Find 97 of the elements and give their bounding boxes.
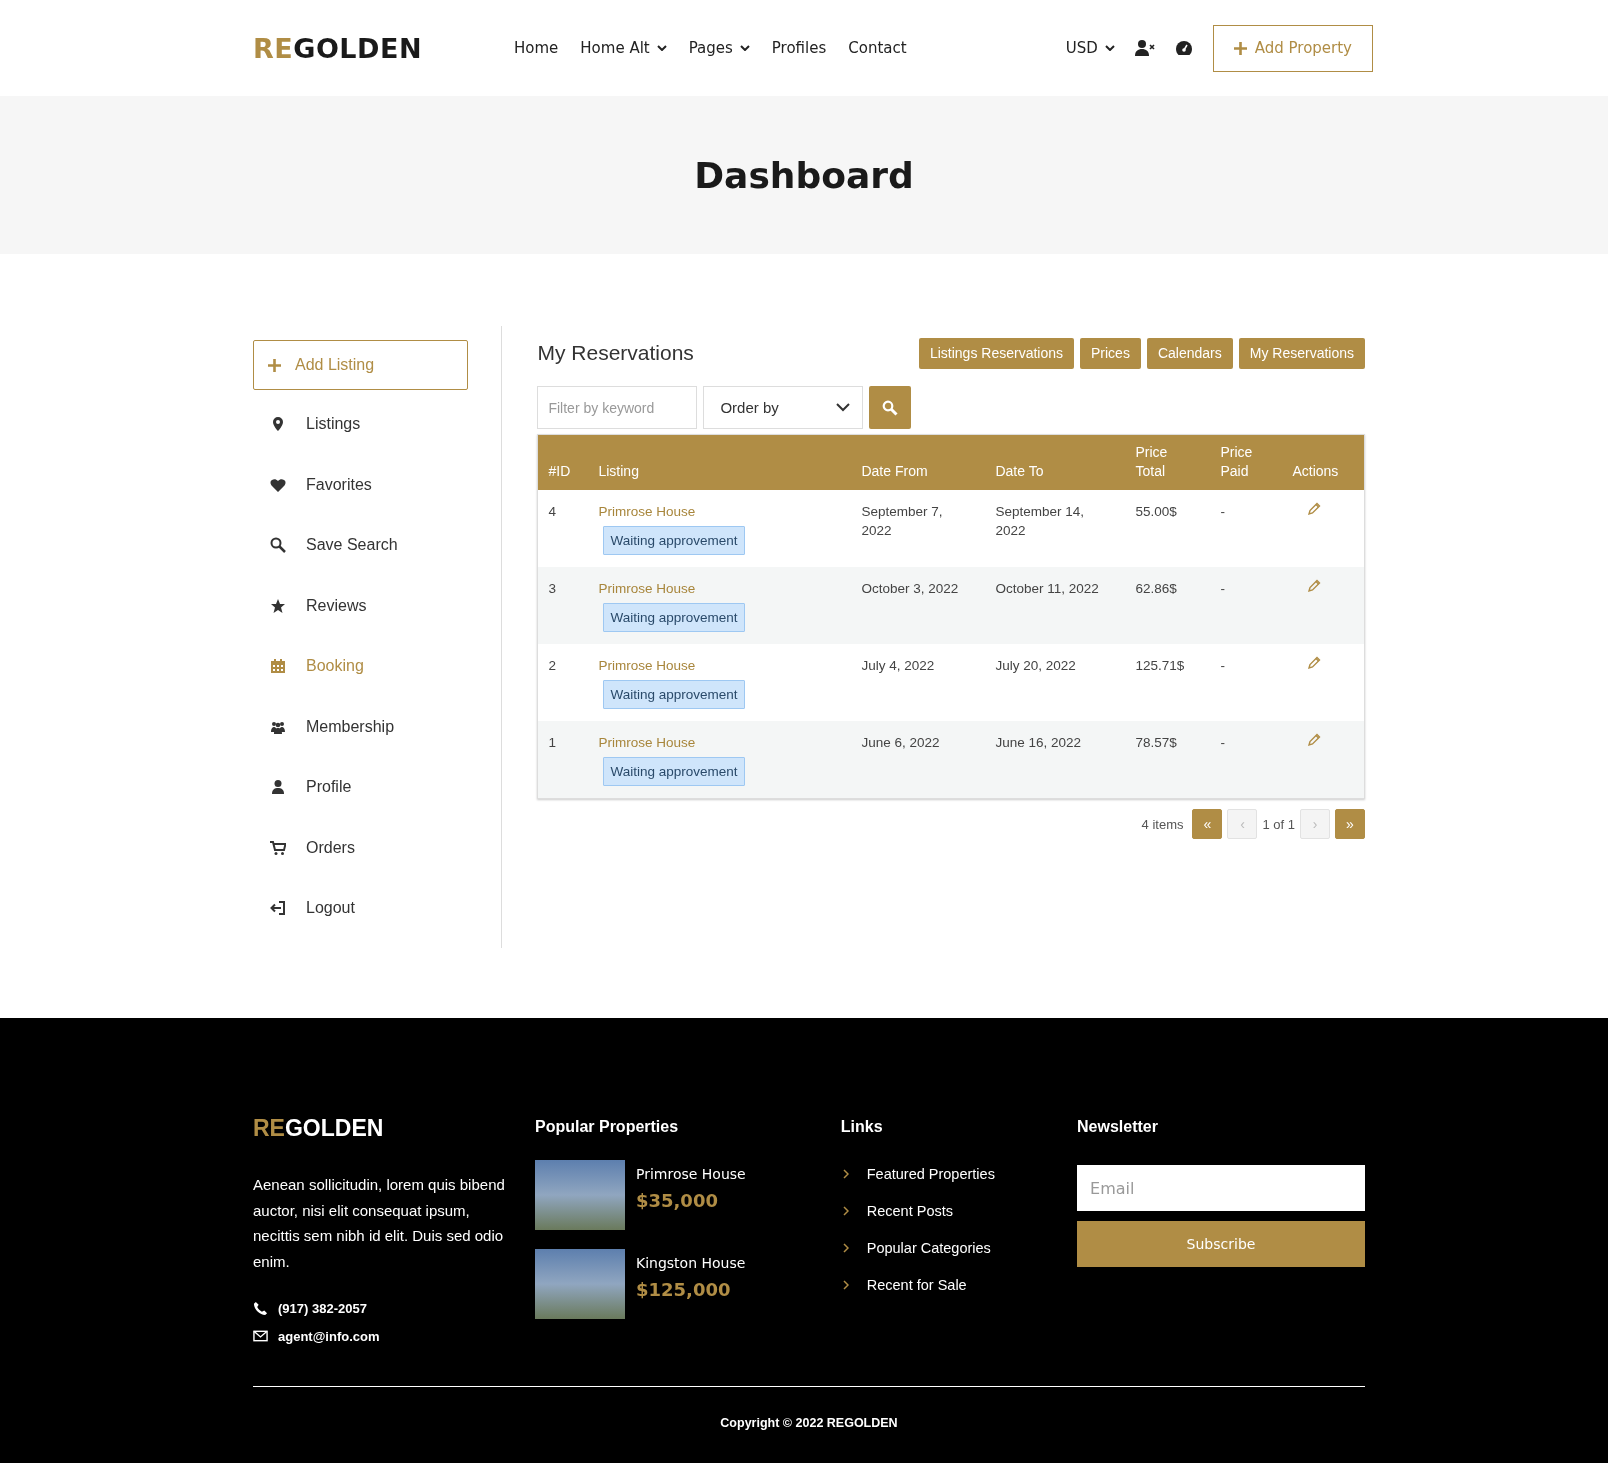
pin-icon: [270, 416, 286, 433]
property-link[interactable]: Primrose House: [635, 1166, 746, 1182]
column-header: Price Paid: [1220, 443, 1254, 481]
table-cell-text: 62.86$: [1135, 580, 1178, 598]
sidebar-item[interactable]: Logout: [253, 878, 470, 939]
footer-logo[interactable]: REGOLDEN: [253, 1115, 384, 1141]
table-cell-text: July 20, 2022: [995, 657, 1077, 675]
table-cell-text: 2: [547, 657, 557, 675]
nav-link[interactable]: Profiles: [771, 39, 827, 57]
cart-icon: [270, 839, 286, 856]
status-tag: Waiting approvement: [603, 603, 745, 632]
nav-link[interactable]: Home Alt: [580, 39, 667, 57]
table-cell-text: 78.57$: [1135, 734, 1178, 752]
user-icon[interactable]: [1134, 40, 1155, 56]
order-by-dropdown[interactable]: Order by: [703, 386, 864, 429]
caret-icon: [1104, 45, 1115, 51]
footer-heading: Links: [840, 1118, 884, 1137]
property-link[interactable]: Kingston House: [635, 1255, 746, 1271]
sidebar-item[interactable]: Favorites: [253, 454, 470, 515]
table-cell-text: 1: [547, 734, 557, 752]
search-icon: [270, 537, 286, 554]
email-address: agent@info.com: [278, 1328, 380, 1344]
footer-link[interactable]: Featured Properties: [866, 1165, 995, 1182]
about-text: Aenean sollicitudin, lorem quis bibend auctor, nisi elit consequat ipsum, necittis sem nibh id elit. Duis sed odio enim.: [253, 1175, 506, 1272]
column-header: Price Total: [1135, 443, 1169, 481]
footer-heading: Newsletter: [1077, 1118, 1159, 1137]
column-header: Date From: [861, 462, 929, 481]
footer-heading: Popular Properties: [534, 1118, 680, 1137]
column-header: Date To: [995, 462, 1045, 481]
chevron-icon: [842, 1205, 849, 1216]
section-title: My Reservations: [537, 341, 694, 365]
listing-link[interactable]: Primrose House: [598, 656, 696, 675]
logout-icon: [270, 900, 286, 917]
copyright-text: Copyright © 2022 REGOLDEN: [720, 1416, 898, 1430]
mail-icon: [253, 1330, 268, 1342]
sidebar-item[interactable]: Reviews: [253, 575, 470, 636]
table-cell-text: September 14, 2022: [995, 503, 1085, 540]
chevron-icon: [836, 403, 851, 412]
person-icon: [270, 779, 286, 796]
email-field[interactable]: Email: [1077, 1165, 1365, 1211]
table-cell-text: 125.71$: [1135, 657, 1186, 675]
heart-icon: [270, 476, 286, 493]
footer-link[interactable]: Recent for Sale: [866, 1276, 967, 1293]
sidebar-item[interactable]: Listings: [253, 394, 470, 455]
search-button[interactable]: [869, 386, 912, 429]
status-tag: Waiting approvement: [603, 526, 745, 555]
pencil-icon[interactable]: [1307, 579, 1322, 593]
table-cell-text: -: [1220, 503, 1226, 521]
footer-link[interactable]: Recent Posts: [866, 1202, 953, 1219]
plus-icon: [268, 358, 281, 372]
column-header: Listing: [597, 462, 640, 481]
phone-icon: [253, 1300, 268, 1316]
chevron-icon: [842, 1242, 849, 1253]
filter-field[interactable]: Filter by keyword: [537, 386, 698, 429]
pencil-icon[interactable]: [1307, 656, 1322, 670]
table-cell-text: -: [1220, 734, 1226, 752]
pencil-icon[interactable]: [1307, 733, 1322, 747]
table-cell-text: October 11, 2022: [995, 580, 1100, 598]
table-cell-text: 55.00$: [1135, 503, 1178, 521]
plus-icon: [1233, 41, 1247, 55]
listing-link[interactable]: Primrose House: [598, 502, 696, 521]
star-icon: [270, 597, 286, 614]
table-cell-text: 4: [547, 503, 557, 521]
sidebar-item[interactable]: Profile: [253, 757, 470, 818]
table-cell-text: June 16, 2022: [995, 734, 1083, 752]
calendar-icon: [270, 658, 286, 675]
table-cell-text: October 3, 2022: [861, 580, 960, 598]
phone-number: (917) 382-2057: [278, 1300, 367, 1316]
chevron-icon: [842, 1279, 849, 1290]
nav-link[interactable]: Pages: [688, 39, 750, 57]
column-header: #ID: [547, 462, 572, 481]
table-cell-text: -: [1220, 657, 1226, 675]
property-price: $125,000: [635, 1279, 732, 1300]
table-cell-text: 3: [547, 580, 557, 598]
page-title: Dashboard: [694, 154, 914, 196]
search-icon: [882, 399, 899, 416]
property-price: $35,000: [635, 1190, 719, 1211]
footer-link[interactable]: Popular Categories: [866, 1239, 991, 1256]
currency-dropdown[interactable]: USD: [1065, 39, 1115, 57]
table-cell-text: July 4, 2022: [861, 657, 936, 675]
status-tag: Waiting approvement: [603, 680, 745, 709]
sidebar-item[interactable]: Orders: [253, 817, 470, 878]
chevron-icon: [842, 1168, 849, 1179]
table-cell-text: June 6, 2022: [861, 734, 941, 752]
status-tag: Waiting approvement: [603, 757, 745, 786]
table-cell-text: -: [1220, 580, 1226, 598]
sidebar-item[interactable]: Membership: [253, 696, 470, 757]
gauge-icon[interactable]: [1174, 40, 1193, 56]
nav-link[interactable]: Contact: [848, 39, 907, 57]
nav-link[interactable]: Home: [514, 39, 559, 57]
sidebar-item[interactable]: Save Search: [253, 515, 470, 576]
table-cell-text: September 7, 2022: [861, 503, 944, 540]
item-count: 4 items: [1141, 816, 1184, 832]
pencil-icon[interactable]: [1307, 502, 1322, 516]
logo[interactable]: REGOLDEN: [253, 32, 422, 64]
column-header: Actions: [1292, 462, 1340, 481]
page-indicator: 1 of 1: [1262, 816, 1295, 832]
